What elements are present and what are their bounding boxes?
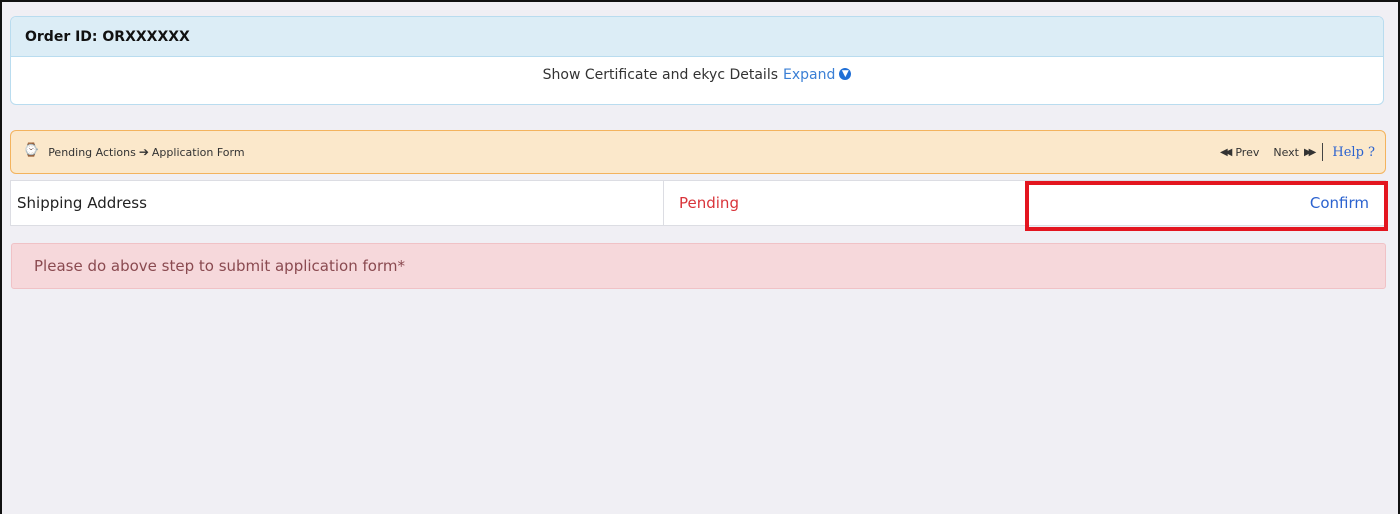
breadcrumb-application-form: Application Form: [151, 145, 245, 159]
confirm-link[interactable]: Confirm: [1310, 194, 1369, 212]
action-name: Shipping Address: [17, 194, 147, 212]
next-label: Next: [1273, 145, 1299, 159]
action-status-cell: Pending: [664, 181, 1026, 225]
divider: [1322, 143, 1324, 161]
table-row: Shipping Address Pending Confirm: [10, 180, 1386, 226]
action-name-cell: Shipping Address: [11, 181, 664, 225]
alert-text: Please do above step to submit applicati…: [34, 257, 405, 275]
status-badge: Pending: [679, 194, 739, 212]
order-id-label: Order ID: ORXXXXXX: [25, 28, 190, 45]
order-card: Order ID: ORXXXXXX Show Certificate and …: [10, 16, 1384, 105]
prev-button[interactable]: ◀◀ Prev: [1220, 146, 1259, 159]
order-id-header: Order ID: ORXXXXXX: [11, 17, 1383, 57]
circle-chevron-down-icon[interactable]: ▼: [839, 68, 852, 80]
pager: ◀◀ Prev Next ▶▶ Help ?: [1220, 143, 1375, 161]
confirm-cell[interactable]: Confirm: [1026, 181, 1385, 225]
help-link[interactable]: Help ?: [1332, 145, 1375, 160]
next-button[interactable]: Next ▶▶: [1273, 146, 1316, 159]
expand-link[interactable]: Expand: [783, 67, 835, 83]
double-chevron-left-icon: ◀◀: [1219, 146, 1233, 158]
certificate-details-row: Show Certificate and ekyc Details Expand…: [11, 57, 1383, 93]
pending-actions-bar: ⌚ Pending Actions ➔ Application Form ◀◀ …: [10, 130, 1386, 174]
prev-label: Prev: [1235, 145, 1260, 159]
alert-message: Please do above step to submit applicati…: [11, 243, 1386, 289]
arrow-right-icon: ➔: [138, 145, 149, 159]
double-chevron-right-icon: ▶▶: [1303, 146, 1317, 158]
clock-icon: ⌚: [23, 142, 40, 158]
certificate-details-text: Show Certificate and ekyc Details: [542, 67, 778, 83]
breadcrumb: ⌚ Pending Actions ➔ Application Form: [23, 142, 245, 160]
breadcrumb-pending-actions: Pending Actions: [48, 145, 136, 159]
